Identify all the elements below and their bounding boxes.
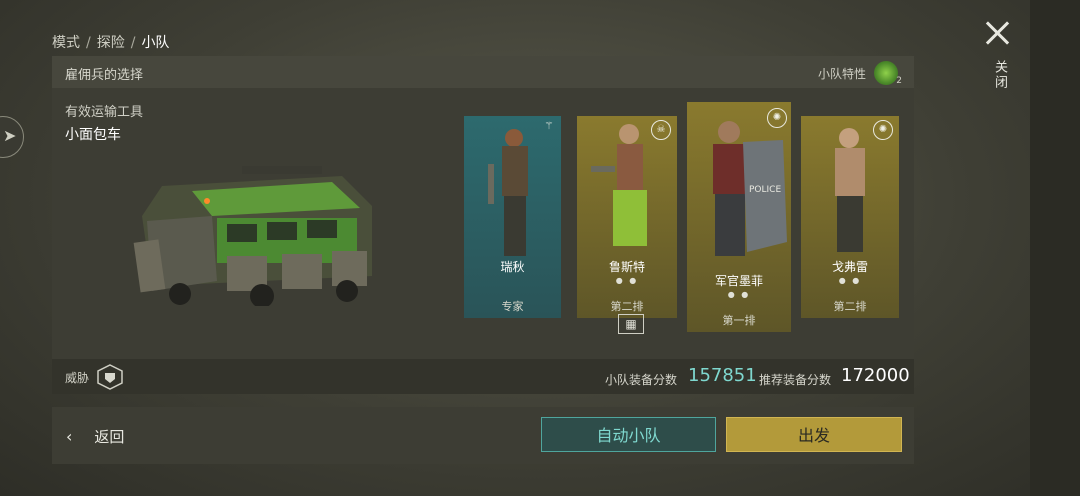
squad-panel: 雇佣兵的选择 小队特性 2 有效运输工具 小面包车 瑞秋 专家 ⚚ 鲁斯特 ● … [52, 56, 914, 394]
panel-header: 雇佣兵的选择 小队特性 2 [52, 56, 914, 88]
vehicle-label: 有效运输工具 [65, 105, 144, 120]
stats-bar: 威胁 小队装备分数 157851 推荐装备分数 172000 [52, 359, 914, 394]
svg-text:POLICE: POLICE [749, 185, 781, 195]
squad-score-label: 小队装备分数 [605, 373, 678, 387]
card-role: 第一排 [722, 314, 756, 327]
class-icon: ⚚ [544, 121, 554, 132]
back-label: 返回 [94, 428, 125, 446]
paper-plane-icon: ➤ [3, 126, 17, 145]
card-name: 鲁斯特 [608, 260, 645, 274]
recommended-score-value: 172000 [841, 365, 910, 386]
close-label[interactable]: 关闭 [990, 60, 1009, 90]
murphy-portrait: POLICE [713, 121, 787, 256]
rust-portrait [591, 124, 647, 246]
right-side-strip [1030, 0, 1080, 496]
skull-icon: ☠ [651, 120, 671, 140]
squad-traits-count: 2 [896, 76, 902, 86]
card-role: 第二排 [610, 300, 644, 313]
gear-icon: ✺ [767, 108, 787, 128]
row-dots: ● ● [615, 276, 639, 285]
squad-card-rachel[interactable]: 瑞秋 专家 ⚚ [464, 116, 561, 318]
side-nav-arrow-button[interactable]: ➤ [0, 116, 24, 158]
depart-button[interactable]: 出发 [726, 417, 902, 452]
card-name: 瑞秋 [500, 260, 525, 274]
breadcrumb: 模式 / 探险 / 小队 [52, 32, 169, 52]
squad-score-value: 157851 [688, 365, 757, 386]
card-name: 戈弗雷 [831, 260, 868, 274]
breadcrumb-mode[interactable]: 模式 [52, 35, 80, 51]
row-dots: ● ● [727, 290, 751, 299]
card-name: 军官墨菲 [714, 274, 763, 288]
threat-label: 威胁 [65, 371, 90, 385]
squad-traits-label[interactable]: 小队特性 [818, 65, 866, 82]
chevron-left-icon: ‹ [66, 427, 73, 446]
shield-icon[interactable] [96, 363, 124, 391]
breadcrumb-current: 小队 [141, 35, 170, 51]
close-icon[interactable] [982, 18, 1012, 48]
recommended-score-label: 推荐装备分数 [759, 373, 832, 387]
card-role: 专家 [501, 300, 524, 313]
action-bar: ‹ 返回 自动小队 出发 [52, 407, 914, 464]
breadcrumb-separator: / [130, 35, 136, 51]
formation-icon[interactable]: ▦ [618, 314, 644, 334]
back-button[interactable]: ‹ 返回 [66, 426, 124, 447]
squad-card-godfrey[interactable]: 戈弗雷 ● ● 第二排 ✺ [801, 116, 899, 318]
godfrey-portrait [835, 128, 865, 252]
gear-icon: ✺ [873, 120, 893, 140]
breadcrumb-separator: / [86, 35, 91, 51]
breadcrumb-explore[interactable]: 探险 [97, 35, 125, 51]
squad-card-rust[interactable]: 鲁斯特 ● ● 第二排 ☠ [577, 116, 677, 318]
vehicle-name[interactable]: 小面包车 [65, 124, 121, 144]
van-image[interactable] [132, 146, 382, 306]
auto-squad-button[interactable]: 自动小队 [541, 417, 716, 452]
card-role: 第二排 [833, 300, 867, 313]
panel-title: 雇佣兵的选择 [65, 68, 144, 83]
rachel-portrait [488, 129, 528, 256]
row-dots: ● ● [838, 276, 862, 285]
squad-card-murphy[interactable]: POLICE 军官墨菲 ● ● 第一排 ✺ [687, 102, 791, 332]
squad-trait-icon[interactable] [874, 61, 898, 85]
